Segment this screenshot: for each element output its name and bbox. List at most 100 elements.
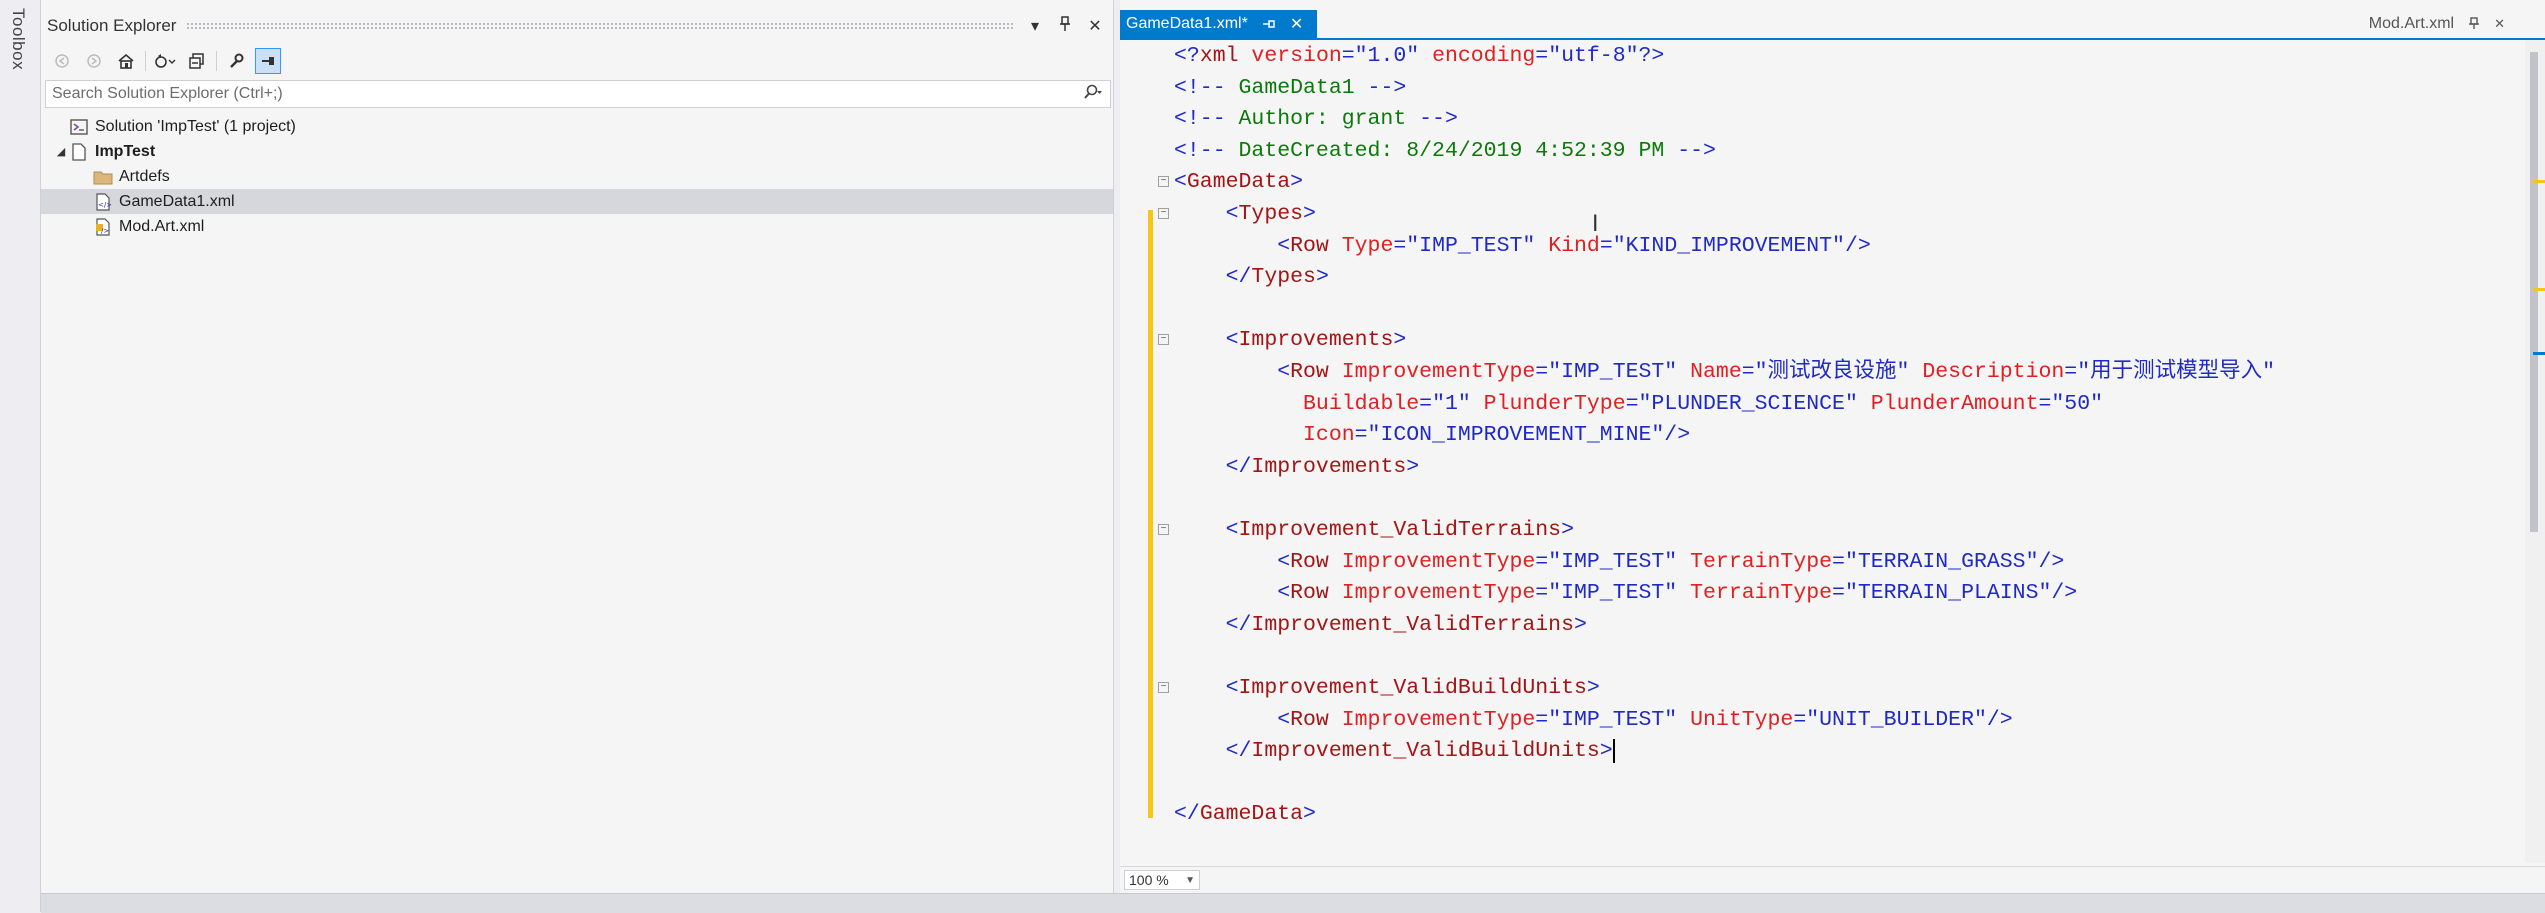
home-icon[interactable]	[113, 48, 139, 74]
solution-explorer-search[interactable]	[45, 80, 1111, 108]
code-token: Types	[1238, 202, 1304, 226]
code-token: </	[1174, 802, 1200, 827]
svg-text:</>: </>	[98, 201, 111, 209]
preview-selected-items-icon[interactable]	[255, 48, 281, 74]
tab-close-icon[interactable]: ✕	[1290, 14, 1303, 34]
code-token: Description	[1909, 360, 2065, 384]
fold-collapse-icon[interactable]: −	[1158, 682, 1169, 693]
code-token: xml	[1199, 44, 1239, 68]
fold-collapse-icon[interactable]: −	[1158, 334, 1169, 346]
tree-item[interactable]: Artdefs	[41, 164, 1113, 189]
code-token: Row	[1290, 360, 1329, 384]
code-token: Improvements	[1238, 328, 1394, 353]
search-icon[interactable]	[1076, 84, 1110, 105]
expand-arrow-icon[interactable]: ◢	[53, 145, 69, 158]
code-token: =	[1832, 581, 1845, 606]
solution-tree: Solution 'ImpTest' (1 project) ◢ ImpTest Ar…	[41, 114, 1113, 239]
code-token: =	[1793, 707, 1807, 732]
project-icon	[69, 142, 89, 161]
code-line: </Improvement_ValidBuildUnits>	[1174, 735, 1615, 767]
vertical-scrollbar[interactable]	[2525, 40, 2545, 863]
tree-item[interactable]: /> Mod.Art.xml	[41, 214, 1113, 239]
code-token: Row	[1290, 549, 1329, 574]
code-line: <Types>	[1174, 198, 1316, 230]
tab-label: Mod.Art.xml	[2368, 15, 2455, 32]
code-line: <Row ImprovementType="IMP_TEST" TerrainT…	[1174, 546, 2064, 578]
scrollbar-change-marker	[2533, 180, 2545, 183]
code-token: </	[1225, 454, 1252, 479]
code-token: =	[1625, 391, 1639, 416]
tree-item[interactable]: Solution 'ImpTest' (1 project)	[41, 114, 1113, 139]
code-line: <Row Type="IMP_TEST" Kind="KIND_IMPROVEM…	[1174, 230, 1871, 262]
toolbox-label[interactable]: Toolbox	[8, 8, 28, 70]
code-token: =	[1599, 233, 1613, 258]
code-token: "IMP_TEST"	[1548, 549, 1678, 574]
tree-item-label: Mod.Art.xml	[119, 217, 205, 235]
code-token: PlunderType	[1470, 391, 1626, 416]
art-xml-file-icon: />	[93, 217, 113, 236]
panel-grip[interactable]	[186, 22, 1013, 30]
code-text-area[interactable]: I <?xml version="1.0" encoding="utf-8"?>…	[1120, 40, 2525, 863]
code-token: <	[1225, 518, 1239, 542]
window-position-dropdown-icon[interactable]: ▾	[1023, 16, 1047, 36]
code-token: TerrainType	[1677, 549, 1833, 574]
tab-gamedata1-xml[interactable]: GameData1.xml* ✕	[1120, 10, 1317, 38]
toolbox-strip[interactable]: Toolbox	[0, 0, 41, 912]
code-token: />	[1986, 707, 2013, 732]
pending-changes-filter-icon[interactable]	[152, 48, 178, 74]
tree-item[interactable]: </> GameData1.xml	[41, 189, 1113, 214]
search-input[interactable]	[46, 84, 1076, 104]
code-token: Icon	[1303, 423, 1355, 448]
code-token: <	[1225, 202, 1239, 226]
code-token: Improvements	[1251, 454, 1407, 479]
tab-pin-icon[interactable]	[1262, 17, 1276, 32]
code-token: <	[1277, 549, 1291, 574]
close-icon[interactable]: ✕	[1083, 16, 1107, 36]
forward-icon[interactable]	[81, 48, 107, 74]
toolbar-separator	[216, 51, 217, 71]
collapse-all-icon[interactable]	[184, 48, 210, 74]
code-token: Name	[1677, 360, 1742, 384]
code-token: ImprovementType	[1328, 707, 1536, 732]
code-line: <Row ImprovementType="IMP_TEST" UnitType…	[1174, 704, 2013, 736]
code-token: >	[1303, 802, 1316, 827]
code-token: =	[2038, 391, 2052, 416]
code-token: Improvement_ValidTerrains	[1238, 518, 1562, 542]
code-token: =	[2064, 360, 2078, 384]
tree-item[interactable]: ◢ ImpTest	[41, 139, 1113, 164]
pin-icon[interactable]	[1053, 15, 1077, 37]
code-line: Icon="ICON_IMPROVEMENT_MINE"/>	[1174, 419, 1690, 451]
code-line: </Types>	[1174, 261, 1329, 293]
code-token: </	[1225, 739, 1252, 764]
code-token: GameData1	[1225, 75, 1368, 100]
chevron-down-icon[interactable]: ▼	[1185, 875, 1195, 886]
properties-wrench-icon[interactable]	[223, 48, 249, 74]
change-tracking-bar	[1148, 210, 1153, 818]
editor-bottom-bar: 100 % ▼	[1120, 866, 2545, 893]
code-token: Row	[1290, 707, 1329, 732]
fold-collapse-icon[interactable]: −	[1158, 524, 1169, 535]
tab-mod-art-xml[interactable]: Mod.Art.xml ✕	[2369, 10, 2505, 38]
code-token: Kind	[1535, 233, 1600, 258]
scrollbar-thumb[interactable]	[2530, 52, 2538, 532]
code-token: <!--	[1174, 138, 1226, 163]
fold-collapse-icon[interactable]: −	[1158, 208, 1169, 219]
tab-close-icon[interactable]: ✕	[2494, 16, 2505, 32]
zoom-dropdown[interactable]: 100 % ▼	[1124, 870, 1200, 890]
code-token: >	[1290, 170, 1304, 195]
code-token: >	[1573, 612, 1587, 637]
tree-item-label: ImpTest	[95, 142, 156, 160]
code-token: Improvement_ValidBuildUnits	[1238, 676, 1587, 700]
fold-collapse-icon[interactable]: −	[1158, 176, 1169, 188]
scrollbar-caret-marker	[2533, 352, 2545, 355]
tab-pin-icon[interactable]	[2468, 16, 2480, 32]
code-line: <!-- Author: grant -->	[1174, 103, 1458, 135]
code-editor: GameData1.xml* ✕ Mod.Art.xml ✕ I <?xml v…	[1120, 0, 2545, 893]
back-icon[interactable]	[49, 48, 75, 74]
code-token: TerrainType	[1677, 581, 1833, 606]
